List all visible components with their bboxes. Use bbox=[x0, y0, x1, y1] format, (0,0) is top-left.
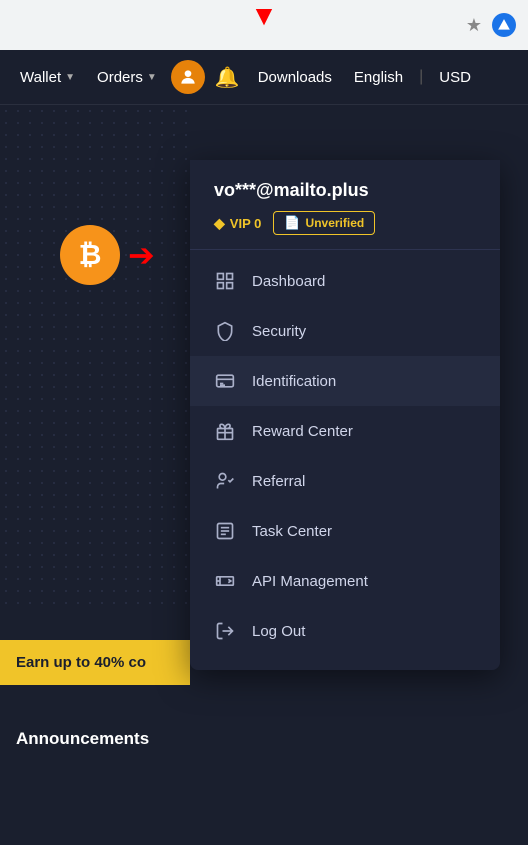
vip-badge: ◆ VIP 0 bbox=[214, 215, 261, 232]
bitcoin-symbol: ₿ bbox=[79, 239, 102, 271]
dropdown-header: vo***@mailto.plus ◆ VIP 0 📄 Unverified bbox=[190, 160, 500, 250]
user-dropdown-panel: vo***@mailto.plus ◆ VIP 0 📄 Unverified bbox=[190, 160, 500, 670]
page-background: ₿ ➔ Earn up to 40% co Announcements vo**… bbox=[0, 105, 528, 845]
dashboard-icon bbox=[214, 270, 236, 292]
id-card-icon: 📄 bbox=[284, 215, 300, 231]
user-email: vo***@mailto.plus bbox=[214, 180, 476, 201]
currency-nav-item[interactable]: USD bbox=[431, 63, 479, 92]
menu-item-api-management[interactable]: API Management bbox=[190, 556, 500, 606]
menu-item-referral[interactable]: Referral bbox=[190, 456, 500, 506]
promo-banner[interactable]: Earn up to 40% co bbox=[0, 640, 190, 685]
browser-bar: ▼ ★ bbox=[0, 0, 528, 50]
orders-nav-item[interactable]: Orders ▼ bbox=[89, 63, 165, 92]
menu-item-task-center[interactable]: Task Center bbox=[190, 506, 500, 556]
bitcoin-icon: ₿ bbox=[60, 225, 120, 285]
orders-caret-icon: ▼ bbox=[147, 72, 157, 83]
identification-icon bbox=[214, 370, 236, 392]
wallet-nav-item[interactable]: Wallet ▼ bbox=[12, 63, 83, 92]
security-icon bbox=[214, 320, 236, 342]
menu-item-reward-center[interactable]: Reward Center bbox=[190, 406, 500, 456]
nav-divider: | bbox=[419, 68, 423, 86]
wallet-label: Wallet bbox=[20, 69, 61, 86]
user-avatar-button[interactable] bbox=[171, 60, 205, 94]
dropdown-menu-list: Dashboard Security bbox=[190, 250, 500, 662]
vip-diamond-icon: ◆ bbox=[214, 215, 225, 232]
referral-label: Referral bbox=[252, 473, 305, 490]
api-management-label: API Management bbox=[252, 573, 368, 590]
navbar: Wallet ▼ Orders ▼ 🔔 Downloads English | … bbox=[0, 50, 528, 105]
menu-item-security[interactable]: Security bbox=[190, 306, 500, 356]
usd-label: USD bbox=[439, 69, 471, 86]
notifications-bell-icon[interactable]: 🔔 bbox=[211, 61, 244, 94]
log-out-label: Log Out bbox=[252, 623, 305, 640]
api-management-icon bbox=[214, 570, 236, 592]
downloads-nav-item[interactable]: Downloads bbox=[250, 63, 340, 92]
unverified-label: Unverified bbox=[306, 216, 365, 230]
identification-label: Identification bbox=[252, 373, 336, 390]
reward-center-icon bbox=[214, 420, 236, 442]
vip-label: VIP 0 bbox=[230, 216, 262, 231]
red-right-arrow-indicator: ➔ bbox=[128, 236, 155, 274]
unverified-badge[interactable]: 📄 Unverified bbox=[273, 211, 375, 235]
bookmark-icon[interactable]: ★ bbox=[466, 15, 482, 36]
log-out-icon bbox=[214, 620, 236, 642]
task-center-icon bbox=[214, 520, 236, 542]
browser-brand-icon bbox=[492, 13, 516, 37]
announcements-label: Announcements bbox=[16, 729, 149, 748]
menu-item-identification[interactable]: Identification bbox=[190, 356, 500, 406]
dot-pattern-bg bbox=[0, 105, 190, 605]
task-center-label: Task Center bbox=[252, 523, 332, 540]
reward-center-label: Reward Center bbox=[252, 423, 353, 440]
promo-banner-text: Earn up to 40% co bbox=[16, 654, 146, 671]
english-label: English bbox=[354, 69, 403, 86]
announcements-section: Announcements bbox=[0, 713, 165, 765]
security-label: Security bbox=[252, 323, 306, 340]
menu-item-log-out[interactable]: Log Out bbox=[190, 606, 500, 656]
user-meta: ◆ VIP 0 📄 Unverified bbox=[214, 211, 476, 235]
language-nav-item[interactable]: English bbox=[346, 63, 411, 92]
downloads-label: Downloads bbox=[258, 69, 332, 86]
wallet-caret-icon: ▼ bbox=[65, 72, 75, 83]
menu-item-dashboard[interactable]: Dashboard bbox=[190, 256, 500, 306]
red-down-arrow-indicator: ▼ bbox=[250, 2, 278, 30]
dashboard-label: Dashboard bbox=[252, 273, 325, 290]
referral-icon bbox=[214, 470, 236, 492]
orders-label: Orders bbox=[97, 69, 143, 86]
